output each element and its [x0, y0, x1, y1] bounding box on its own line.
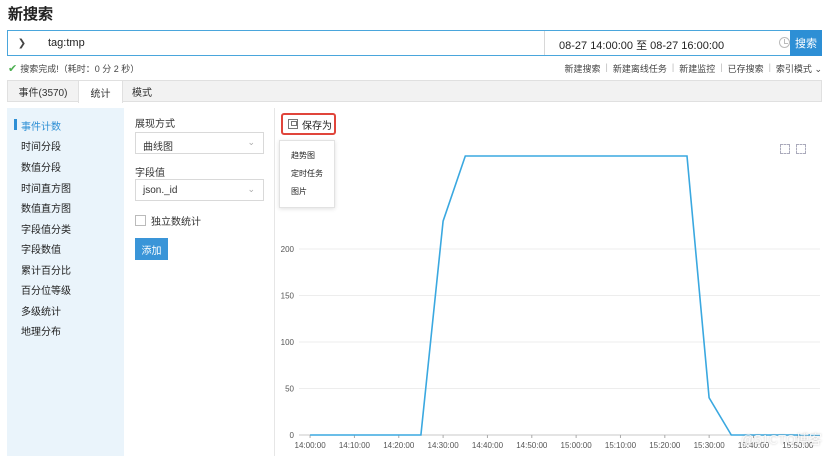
sidebar-item-geo-distribution[interactable]: 地理分布	[21, 323, 61, 338]
x-tick-label: 14:00:00	[295, 441, 327, 450]
separator: |	[768, 62, 771, 72]
zoom-icon[interactable]	[780, 144, 790, 154]
distinct-count-checkbox[interactable]	[135, 215, 146, 226]
line-chart: 0 50 100 150 200 14:00:00 14:10:00 14:20:00 14:…	[281, 155, 820, 450]
new-monitor-link[interactable]: 新建监控	[679, 62, 715, 75]
sidebar-item-cumulative-percent[interactable]: 累计百分比	[21, 262, 71, 277]
save-as-button[interactable]: 保存为	[281, 113, 336, 135]
search-status: ✔ 搜索完成!（耗时：0 分 2 秒）	[8, 62, 139, 75]
y-tick-label: 200	[281, 245, 295, 254]
x-tick-label: 15:00:00	[561, 441, 593, 450]
tab-patterns[interactable]: 模式	[123, 80, 161, 102]
saved-searches-link[interactable]: 已存搜索	[728, 62, 764, 75]
sidebar-item-value-histogram[interactable]: 数值直方图	[21, 200, 71, 215]
chevron-down-icon: ⌄	[247, 137, 255, 147]
x-tick-label: 14:30:00	[428, 441, 460, 450]
save-as-menu: 趋势图 定时任务 图片	[279, 140, 335, 208]
index-mode-label: 索引模式	[775, 64, 812, 74]
x-tick-label: 14:50:00	[516, 441, 548, 450]
separator: |	[720, 62, 723, 72]
search-bar: ❯ tag:tmp 08-27 14:00:00 至 08-27 16:00:0…	[7, 30, 822, 56]
search-button[interactable]: 搜索	[790, 30, 822, 56]
active-indicator	[14, 119, 17, 130]
field-value-label: 字段值	[135, 168, 165, 179]
separator: |	[605, 62, 608, 72]
chevron-down-icon: ⌄	[247, 184, 255, 194]
field-value-value: json._id	[143, 185, 178, 196]
restore-icon[interactable]	[796, 144, 806, 154]
sidebar-item-percentile-rank[interactable]: 百分位等级	[21, 282, 71, 297]
sidebar-item-event-count[interactable]: 事件计数	[21, 118, 61, 133]
y-tick-label: 0	[290, 431, 295, 440]
sidebar-item-field-value-category[interactable]: 字段值分类	[21, 221, 71, 236]
display-mode-value: 曲线图	[143, 142, 173, 153]
search-history-dropdown[interactable]: ❯	[8, 31, 36, 55]
sidebar-item-value-segment[interactable]: 数值分段	[21, 159, 61, 174]
x-tick-label: 15:10:00	[605, 441, 637, 450]
new-search-link[interactable]: 新建搜索	[564, 62, 600, 75]
x-tick-label: 14:20:00	[383, 441, 415, 450]
index-mode-dropdown[interactable]: 索引模式 ⌄	[776, 62, 822, 75]
menu-item-trend-chart[interactable]: 趋势图	[291, 150, 315, 161]
x-tick-label: 14:10:00	[339, 441, 371, 450]
y-tick-label: 50	[285, 385, 294, 394]
page-title: 新搜索	[8, 6, 54, 23]
menu-item-scheduled-task[interactable]: 定时任务	[291, 168, 323, 179]
separator: |	[671, 62, 675, 72]
sidebar-item-field-numeric[interactable]: 字段数值	[21, 241, 61, 256]
save-icon	[288, 119, 298, 129]
action-links: 新建搜索 | 新建离线任务 | 新建监控 | 已存搜索 | 索引模式 ⌄	[564, 62, 822, 75]
display-mode-label: 展现方式	[135, 119, 175, 130]
time-range-text: 08-27 14:00:00 至 08-27 16:00:00	[559, 40, 725, 52]
tab-events[interactable]: 事件(3570)	[8, 80, 78, 102]
field-value-select[interactable]: json._id ⌄	[135, 179, 264, 201]
check-icon: ✔	[8, 63, 18, 75]
sidebar-item-time-histogram[interactable]: 时间直方图	[21, 180, 71, 195]
clock-icon	[779, 37, 790, 48]
sidebar-item-time-segment[interactable]: 时间分段	[21, 138, 61, 153]
chevron-down-icon: ⌄	[814, 64, 822, 74]
distinct-count-label: 独立数统计	[151, 217, 201, 228]
stats-type-sidebar: 事件计数 时间分段 数值分段 时间直方图 数值直方图 字段值分类 字段数值 累计…	[7, 108, 124, 456]
sidebar-item-multilevel-stats[interactable]: 多级统计	[21, 303, 61, 318]
x-tick-label: 14:40:00	[472, 441, 504, 450]
save-as-label: 保存为	[302, 120, 332, 132]
search-input[interactable]: tag:tmp	[48, 37, 85, 49]
time-range-picker[interactable]: 08-27 14:00:00 至 08-27 16:00:00	[544, 31, 798, 55]
add-button[interactable]: 添加	[135, 238, 168, 260]
watermark: @51CTO博客	[741, 432, 822, 447]
chevron-down-icon: ❯	[17, 37, 27, 49]
y-tick-label: 150	[281, 292, 295, 301]
distinct-count-option: 独立数统计	[135, 213, 201, 228]
new-offline-task-link[interactable]: 新建离线任务	[613, 62, 667, 75]
x-tick-label: 15:20:00	[649, 441, 681, 450]
result-tabs: 事件(3570) 统计 模式	[7, 80, 822, 103]
display-mode-select[interactable]: 曲线图 ⌄	[135, 132, 264, 154]
status-text: 搜索完成!（耗时：0 分 2 秒）	[20, 64, 140, 74]
chart-toolbar	[780, 144, 806, 154]
y-tick-label: 100	[281, 338, 295, 347]
x-tick-label: 15:30:00	[694, 441, 726, 450]
tab-statistics[interactable]: 统计	[78, 80, 123, 103]
menu-item-image[interactable]: 图片	[291, 186, 307, 197]
